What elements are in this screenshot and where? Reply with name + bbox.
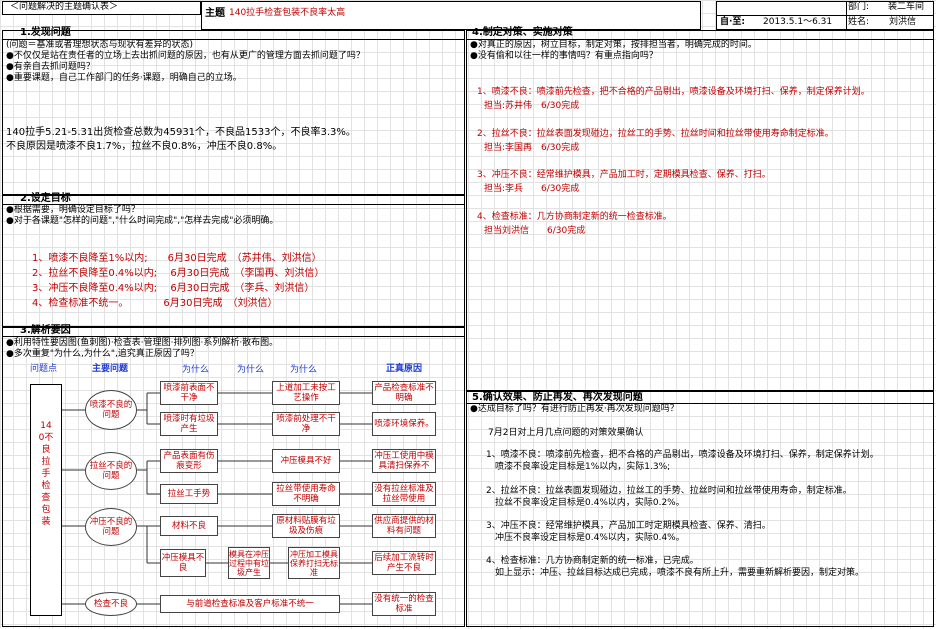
- measure-3: 3、冲压不良：经常维护模具，产品加工时，定期模具检查、保养、打扫。: [477, 170, 771, 180]
- measure-2: 2、拉丝不良：拉丝表面发现碰边，拉丝工的手势、拉丝时间和拉丝带使用寿命制定标准。: [477, 129, 834, 139]
- s5-conclusion: 如上显示：冲压、拉丝目标达成已完成，喷漆不良有所上升，需要重新解析要因，制定对策…: [495, 568, 865, 578]
- s5-heading: 7月2日对上月几点问题的对策效果确认: [488, 428, 644, 438]
- s5-result-2-detail: 拉丝不良率设定目标是0.4%以内，实际0.2%。: [495, 498, 685, 508]
- main-issue-stamp: 冲压不良的问题: [85, 508, 137, 546]
- why1-box-2: 喷漆时有垃圾产生: [160, 412, 218, 436]
- main-issue-inspect: 检查不良: [85, 592, 137, 616]
- why2-box-5: 原材料贴膜有垃圾及伤痕: [272, 514, 340, 538]
- main-issue-paint: 喷漆不良的问题: [85, 390, 137, 430]
- measure-3-owner: 担当:李兵 6/30完成: [484, 184, 580, 194]
- why2-box-2: 喷漆前处理不干净: [272, 412, 340, 436]
- s4-title: 4.制定对策、实施对策: [472, 27, 573, 38]
- true-cause-3: 冲压工使用中模具清扫保养不: [372, 449, 436, 473]
- problem-text: 140不良拉手检查包装: [38, 421, 54, 527]
- true-cause-6: 后续加工流转时产生不良: [372, 551, 436, 575]
- true-cause-7: 没有统一的检查标准: [372, 592, 436, 616]
- s5-result-1: 1、喷漆不良：喷漆前先检查，把不合格的产品剔出，喷漆设备及环境打扫、保养，制定保…: [486, 450, 879, 460]
- main-issue-brush: 拉丝不良的问题: [85, 452, 137, 490]
- measure-4-owner: 担当刘洪信 6/30完成: [484, 226, 586, 236]
- why1-box-6: 冲压模具不良: [160, 549, 206, 577]
- s5-result-3: 3、冲压不良：经常维护模具，产品加工时定期模具检查、保养、清扫。: [486, 521, 771, 531]
- true-cause-2: 喷漆环境保养。: [372, 412, 436, 436]
- why2-box-1: 上道加工未按工艺操作: [272, 381, 340, 405]
- why1-box-4: 拉丝工手势: [160, 484, 218, 504]
- true-cause-1: 产品检查标准不明确: [372, 381, 436, 405]
- s4-question-1: ●对真正的原因，树立目标，制定对策，按排担当者，明确完成的时间。: [470, 40, 757, 50]
- s4-question-2: ●没有偷和以往一样的事情吗？有重点指向吗？: [470, 51, 658, 61]
- measure-4: 4、检查标准：几方协商制定新的统一检查标准。: [477, 212, 672, 222]
- why2-box-7: 冲压加工模具保养打扫无标准: [288, 547, 340, 579]
- why2-box-6: 模具在冲压过程中有垃圾产生: [228, 547, 270, 579]
- measure-2-owner: 担当:李国再 6/30完成: [484, 143, 580, 153]
- why1-box-3: 产品表面有伤痕变形: [160, 449, 218, 473]
- true-cause-5: 供应商提供的材料有问题: [372, 514, 436, 538]
- s5-result-4: 4、检查标准：几方协商制定新的统一标准，已完成。: [486, 556, 699, 566]
- why1-box-1: 喷漆前表面不干净: [160, 381, 218, 405]
- measure-1: 1、喷漆不良：喷漆前先检查，把不合格的产品剔出，喷漆设备及环境打扫、保养，制定保…: [477, 87, 870, 97]
- s5-result-2: 2、拉丝不良：拉丝表面发现碰边，拉丝工的手势、拉丝时间和拉丝带使用寿命，制定标准…: [486, 486, 852, 496]
- inspect-standard-box: 与前道检查标准及客户标准不统一: [160, 595, 340, 613]
- s5-question-1: ●达成目标了吗？有进行防止再发·再次发现问题吗？: [470, 404, 679, 414]
- s5-result-1-detail: 喷漆不良率设定目标是1%以内，实际1.3%;: [495, 462, 671, 472]
- why1-box-5: 材料不良: [160, 516, 218, 536]
- s5-result-3-detail: 冲压不良率设定目标是0.4%以内，实际0.4%。: [495, 533, 685, 543]
- measure-1-owner: 担当:苏井伟 6/30完成: [484, 101, 580, 111]
- s5-title: 5.确认效果、防止再发、再次发现问题: [472, 392, 643, 403]
- why2-box-3: 冲压模具不好: [272, 449, 340, 473]
- why2-box-4: 拉丝带使用寿命不明确: [272, 482, 340, 506]
- true-cause-4: 没有拉丝标准及拉丝带使用: [372, 482, 436, 506]
